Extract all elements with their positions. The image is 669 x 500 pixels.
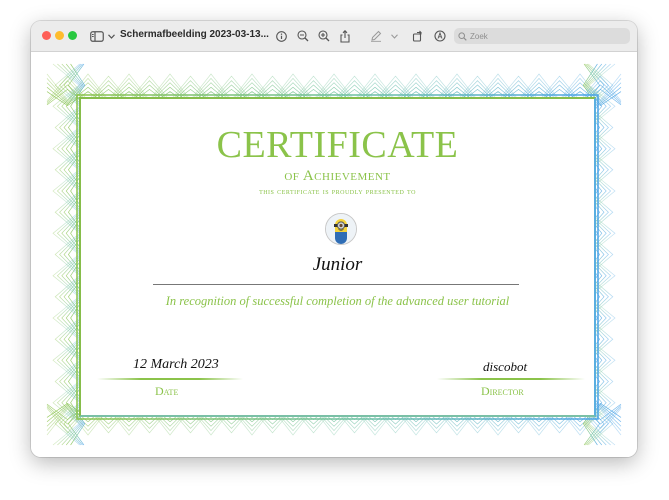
date-label: Date	[155, 384, 179, 398]
preview-window: Schermafbeelding 2023-03-13... Zoek CERT…	[31, 21, 637, 457]
document-view[interactable]: CERTIFICATE of Achievement this certific…	[31, 52, 637, 457]
window-title: Schermafbeelding 2023-03-13...	[120, 29, 269, 40]
annotate-icon[interactable]	[433, 27, 447, 45]
search-field[interactable]: Zoek	[454, 28, 630, 44]
rotate-icon[interactable]	[411, 27, 425, 45]
zoom-button[interactable]	[68, 31, 77, 40]
info-icon[interactable]	[274, 27, 288, 45]
zoom-in-icon[interactable]	[317, 27, 331, 45]
recognition-text: In recognition of successful completion …	[165, 294, 510, 308]
recipient-underline	[153, 284, 519, 285]
zoom-out-icon[interactable]	[296, 27, 310, 45]
title-bar: Schermafbeelding 2023-03-13... Zoek	[31, 21, 637, 52]
director-line	[437, 378, 585, 380]
date-value: 12 March 2023	[133, 357, 219, 372]
date-line	[97, 378, 243, 380]
certificate-title: CERTIFICATE	[216, 124, 459, 166]
avatar	[325, 213, 357, 245]
recipient-name: Junior	[312, 254, 363, 275]
director-signature: discobot	[483, 359, 528, 374]
pencil-icon[interactable]	[369, 27, 383, 45]
search-placeholder: Zoek	[470, 31, 488, 41]
sidebar-icon[interactable]	[89, 27, 105, 45]
certificate-panel: CERTIFICATE of Achievement this certific…	[79, 97, 596, 417]
certificate-subtitle: of Achievement	[284, 168, 391, 184]
search-icon	[458, 31, 467, 41]
share-icon[interactable]	[338, 27, 352, 45]
presented-to-text: this certificate is proudly presented to	[259, 186, 416, 196]
chevron-down-icon[interactable]	[106, 27, 116, 45]
minimize-button[interactable]	[55, 31, 64, 40]
close-button[interactable]	[42, 31, 51, 40]
chevron-down-icon[interactable]	[389, 27, 399, 45]
director-label: Director	[481, 384, 524, 398]
